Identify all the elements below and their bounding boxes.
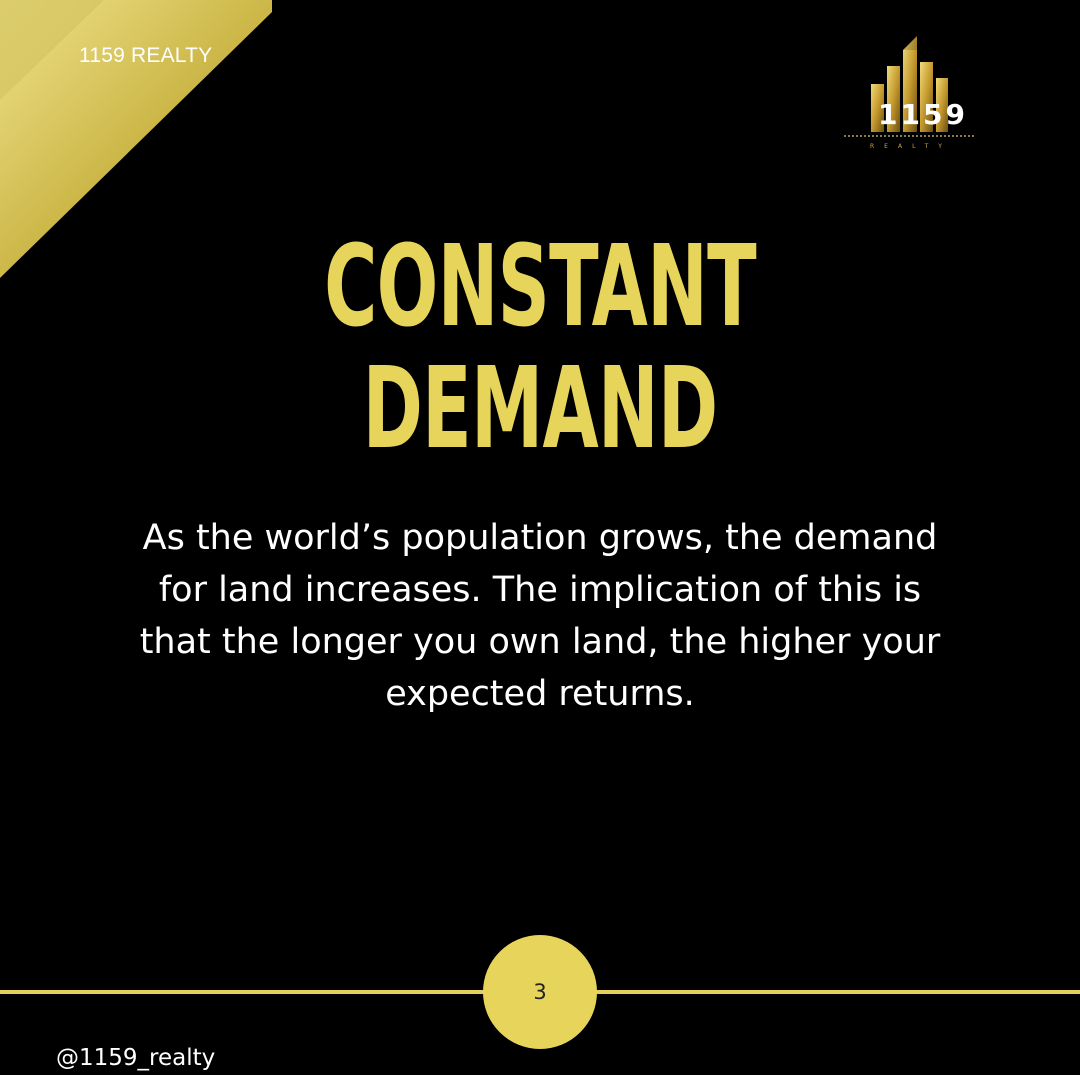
- headline-line-1: CONSTANT: [324, 222, 756, 352]
- social-handle: @1159_realty: [56, 1045, 216, 1071]
- company-logo: [844, 36, 974, 137]
- logo-subtitle: REALTY: [870, 143, 952, 150]
- page-number-badge: 3: [483, 935, 597, 1049]
- logo-number: 1159: [878, 98, 968, 131]
- headline: CONSTANT DEMAND: [151, 226, 929, 470]
- body-paragraph: As the world’s population grows, the dem…: [139, 518, 941, 714]
- brand-label: 1159 REALTY: [79, 44, 213, 67]
- headline-line-2: DEMAND: [362, 344, 719, 474]
- page-number: 3: [533, 980, 547, 1004]
